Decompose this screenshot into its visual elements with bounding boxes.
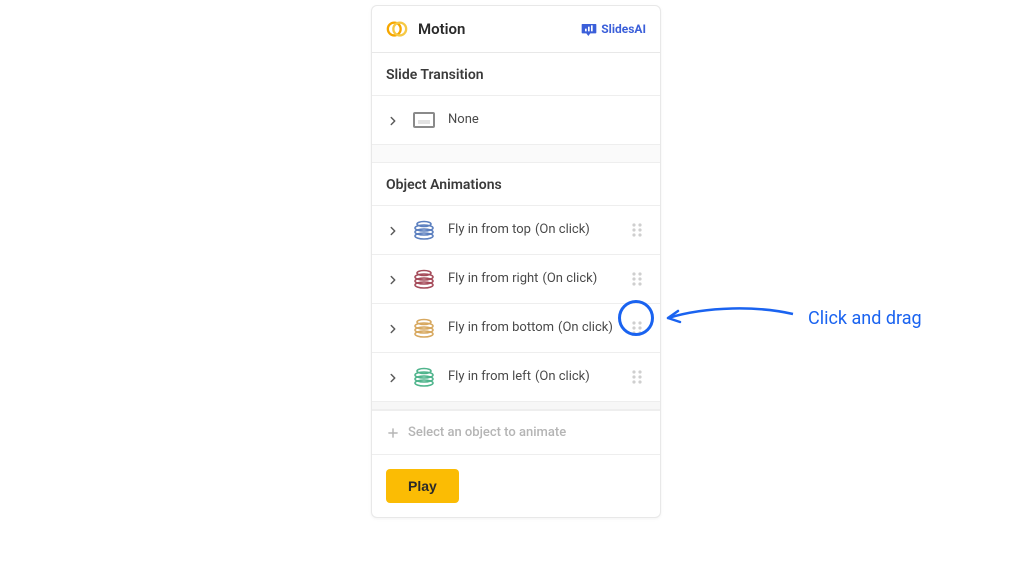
object-thumb-icon: [410, 317, 438, 339]
chevron-right-icon: [386, 223, 400, 237]
slide-icon: [410, 109, 438, 131]
select-object-prompt: Select an object to animate: [372, 410, 660, 455]
transition-name: None: [448, 112, 646, 129]
animation-label: Fly in from top (On click): [448, 222, 618, 239]
drag-handle-icon[interactable]: [628, 270, 646, 288]
chevron-right-icon: [386, 370, 400, 384]
brand-badge[interactable]: SlidesAI: [581, 22, 646, 36]
chevron-right-icon: [386, 113, 400, 127]
animation-label: Fly in from right (On click): [448, 271, 618, 288]
animation-row[interactable]: Fly in from top (On click): [372, 206, 660, 255]
motion-panel: Motion SlidesAI Slide Transition None: [371, 5, 661, 518]
panel-header: Motion SlidesAI: [372, 6, 660, 53]
motion-icon: [386, 18, 408, 40]
annotation-text: Click and drag: [808, 308, 922, 329]
slide-transition-label: Slide Transition: [372, 53, 660, 96]
drag-handle-icon[interactable]: [628, 368, 646, 386]
annotation-arrow-icon: [658, 300, 798, 340]
chevron-right-icon: [386, 321, 400, 335]
animation-row[interactable]: Fly in from right (On click): [372, 255, 660, 304]
transition-row[interactable]: None: [372, 96, 660, 145]
chevron-right-icon: [386, 272, 400, 286]
object-thumb-icon: [410, 366, 438, 388]
chat-bars-icon: [581, 22, 597, 36]
play-row: Play: [372, 455, 660, 517]
panel-title-wrap: Motion: [386, 18, 465, 40]
section-gap: [372, 145, 660, 163]
plus-icon: [386, 426, 400, 440]
spacer: [372, 402, 660, 410]
panel-title: Motion: [418, 20, 465, 38]
object-thumb-icon: [410, 268, 438, 290]
play-button[interactable]: Play: [386, 469, 459, 503]
object-thumb-icon: [410, 219, 438, 241]
animation-row[interactable]: Fly in from left (On click): [372, 353, 660, 402]
animation-label: Fly in from left (On click): [448, 369, 618, 386]
drag-handle-icon[interactable]: [628, 221, 646, 239]
animation-label: Fly in from bottom (On click): [448, 320, 618, 337]
brand-text: SlidesAI: [601, 22, 646, 36]
animation-row[interactable]: Fly in from bottom (On click): [372, 304, 660, 353]
drag-handle-icon[interactable]: [628, 319, 646, 337]
select-object-text: Select an object to animate: [408, 425, 566, 440]
object-animations-label: Object Animations: [372, 163, 660, 206]
